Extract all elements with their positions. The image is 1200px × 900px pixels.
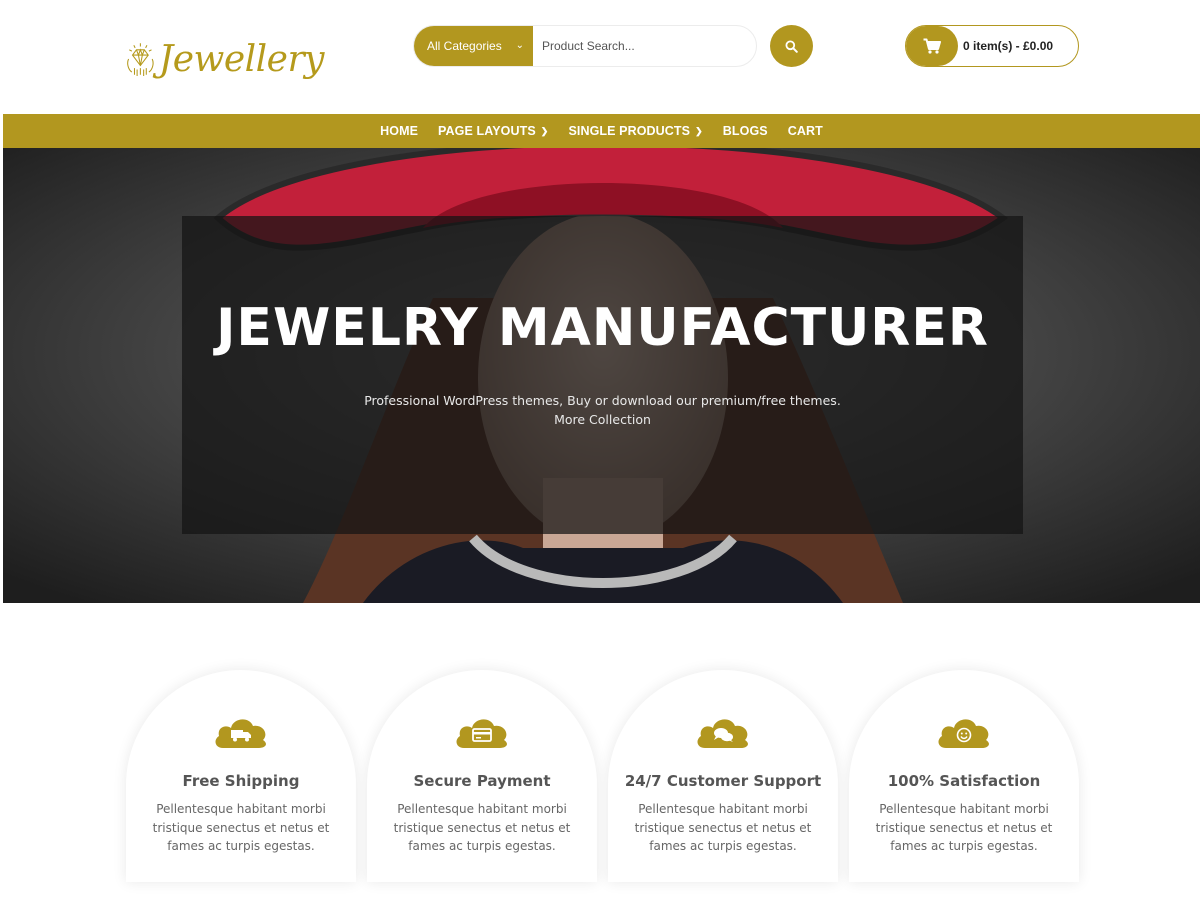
chevron-down-icon: ❯ xyxy=(695,125,703,136)
more-collection-link[interactable]: More Collection xyxy=(182,410,1023,429)
nav-item-label: SINGLE PRODUCTS xyxy=(568,124,691,138)
hero-caption-box xyxy=(182,216,1023,534)
feature-card: Secure Payment Pellentesque habitant mor… xyxy=(367,670,597,882)
search-icon xyxy=(785,40,798,53)
nav-item-label: HOME xyxy=(380,124,419,138)
feature-title: Secure Payment xyxy=(413,772,551,790)
hero-subtitle: Professional WordPress themes, Buy or do… xyxy=(364,393,841,408)
nav-item-blogs[interactable]: BLOGS xyxy=(723,124,768,138)
logo-text: Jewellery xyxy=(158,38,325,80)
nav-item-cart[interactable]: CART xyxy=(788,124,823,138)
feature-text: Pellentesque habitant morbi tristique se… xyxy=(152,802,330,853)
cloud-icon xyxy=(697,719,748,748)
feature-text: Pellentesque habitant morbi tristique se… xyxy=(875,802,1053,853)
chevron-down-icon: ⌄ xyxy=(515,40,524,51)
nav-item-label: PAGE LAYOUTS xyxy=(438,124,536,138)
feature-text: Pellentesque habitant morbi tristique se… xyxy=(393,802,571,853)
nav-item-label: BLOGS xyxy=(722,124,768,138)
features-section: Free Shipping Pellentesque habitant morb… xyxy=(0,670,1200,900)
category-select[interactable]: All Categories ⌄ xyxy=(414,26,533,66)
nav-item-label: CART xyxy=(787,124,823,138)
hero-slider: JEWELRY MANUFACTURER Professional WordPr… xyxy=(3,148,1200,603)
product-search-form: All Categories ⌄ xyxy=(413,25,757,67)
feature-title: Free Shipping xyxy=(182,772,300,790)
mini-cart-button[interactable]: 0 item(s) - £0.00 xyxy=(905,25,1079,67)
feature-title: 24/7 Customer Support xyxy=(624,772,822,790)
search-button[interactable] xyxy=(770,25,813,67)
nav-item-page-layouts[interactable]: PAGE LAYOUTS ❯ xyxy=(438,124,548,138)
cloud-icon xyxy=(938,719,989,748)
cloud-icon xyxy=(215,719,266,748)
nav-item-single-products[interactable]: SINGLE PRODUCTS ❯ xyxy=(568,124,702,138)
cloud-icon xyxy=(456,719,507,748)
shopping-cart-icon xyxy=(923,38,941,54)
site-header: Jewellery All Categories ⌄ 0 item(s) - £… xyxy=(0,0,1200,114)
category-select-label: All Categories xyxy=(427,39,502,53)
hero-caption: Professional WordPress themes, Buy or do… xyxy=(182,391,1023,429)
feature-card: 100% Satisfaction Pellentesque habitant … xyxy=(849,670,1079,882)
feature-title: 100% Satisfaction xyxy=(887,772,1041,790)
diamond-logo-icon xyxy=(127,43,154,77)
main-navigation: HOME PAGE LAYOUTS ❯ SINGLE PRODUCTS ❯ BL… xyxy=(3,114,1200,148)
nav-item-home[interactable]: HOME xyxy=(380,124,418,138)
hero-title: JEWELRY MANUFACTURER xyxy=(216,298,989,358)
feature-text: Pellentesque habitant morbi tristique se… xyxy=(634,802,812,853)
chevron-down-icon: ❯ xyxy=(540,125,549,136)
feature-card: 24/7 Customer Support Pellentesque habit… xyxy=(608,670,838,882)
feature-card: Free Shipping Pellentesque habitant morb… xyxy=(126,670,356,882)
site-logo[interactable]: Jewellery xyxy=(124,28,325,90)
product-search-input[interactable] xyxy=(533,26,756,66)
cart-summary: 0 item(s) - £0.00 xyxy=(963,39,1054,53)
